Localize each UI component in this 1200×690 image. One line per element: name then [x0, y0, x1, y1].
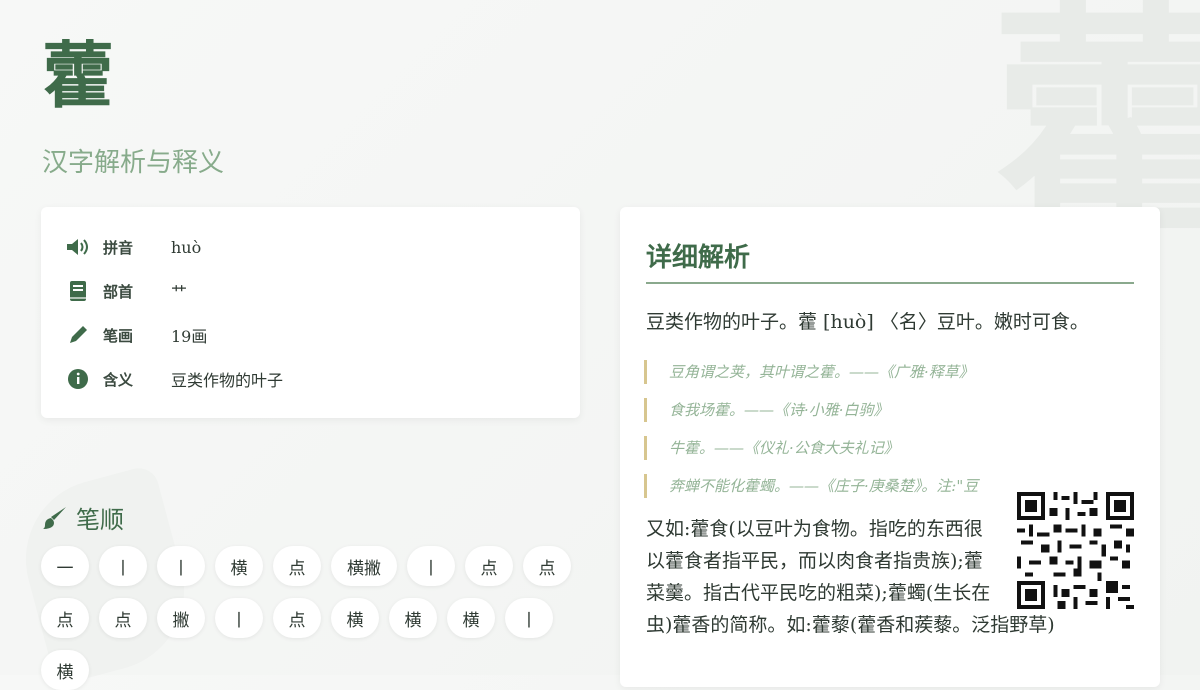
stroke-pill[interactable]: 点 — [273, 546, 321, 586]
page-character: 藿 — [42, 33, 115, 118]
speaker-icon[interactable] — [65, 234, 91, 260]
stroke-pill[interactable]: 丨 — [215, 598, 263, 638]
stroke-pill[interactable]: 横 — [41, 650, 89, 690]
stroke-pill[interactable]: 丨 — [505, 598, 553, 638]
stroke-pill[interactable]: 撇 — [157, 598, 205, 638]
stroke-pill[interactable]: 横 — [331, 598, 379, 638]
stroke-pill[interactable]: 横 — [447, 598, 495, 638]
stroke-count-value: 19画 — [171, 327, 208, 346]
brush-icon — [43, 506, 66, 529]
book-icon — [65, 278, 91, 304]
meaning-value: 豆类作物的叶子 — [171, 371, 284, 390]
citation-quote: 豆角谓之荚，其叶谓之藿。——《广雅·释草》 — [644, 360, 999, 384]
pencil-icon — [65, 322, 91, 348]
stroke-pill[interactable]: 横 — [215, 546, 263, 586]
body-line: 又如:藿食(以豆叶为食物。指吃的东西很 — [646, 518, 983, 540]
title-divider — [646, 282, 1134, 284]
citation-quote: 牛藿。——《仪礼·公食大夫礼记》 — [644, 436, 999, 460]
stroke-pill[interactable]: 丨 — [99, 546, 147, 586]
citation-quote: 奔蝉不能化藿蠋。——《庄子·庚桑楚》。注:"豆 — [644, 474, 999, 498]
page-subtitle: 汉字解析与释义 — [42, 148, 225, 178]
info-label: 拼音 — [103, 238, 134, 257]
info-card: 拼音 huò 部首 艹 笔画 19画 含义 豆类作物的叶子 — [41, 207, 580, 418]
info-label: 笔画 — [103, 326, 134, 345]
detail-summary: 豆类作物的叶子。藿 [huò] 〈名〉豆叶。嫩时可食。 — [646, 311, 1089, 333]
stroke-pill[interactable]: 点 — [273, 598, 321, 638]
info-row-strokes: 笔画 19画 — [65, 321, 207, 349]
stroke-order-heading: 笔顺 — [42, 500, 124, 535]
stroke-pill[interactable]: 点 — [99, 598, 147, 638]
stroke-pill[interactable]: 点 — [41, 598, 89, 638]
info-label: 含义 — [103, 370, 134, 389]
stroke-pill[interactable]: 一 — [41, 546, 89, 586]
body-line: 以藿食者指平民，而以肉食者指贵族);藿 — [646, 550, 983, 572]
body-line: 菜羹。指古代平民吃的粗菜);藿蠋(生长在 — [646, 582, 991, 604]
info-row-radical: 部首 艹 — [65, 277, 187, 305]
info-icon — [65, 366, 91, 392]
info-row-pinyin: 拼音 huò — [65, 233, 201, 261]
stroke-pill[interactable]: 丨 — [407, 546, 455, 586]
citation-quote: 食我场藿。——《诗·小雅·白驹》 — [644, 398, 999, 422]
stroke-pill[interactable]: 点 — [523, 546, 571, 586]
stroke-pill[interactable]: 横撇 — [331, 546, 397, 586]
stroke-pill[interactable]: 丨 — [157, 546, 205, 586]
radical-value: 艹 — [171, 283, 188, 302]
stroke-order-title: 笔顺 — [76, 506, 124, 534]
info-label: 部首 — [103, 282, 134, 301]
detail-card: 详细解析 豆类作物的叶子。藿 [huò] 〈名〉豆叶。嫩时可食。 豆角谓之荚，其… — [620, 207, 1160, 687]
detail-title: 详细解析 — [646, 243, 751, 273]
stroke-pill[interactable]: 点 — [465, 546, 513, 586]
info-row-meaning: 含义 豆类作物的叶子 — [65, 365, 283, 393]
pinyin-value: huò — [171, 237, 202, 257]
detail-body: 又如:藿食(以豆叶为食物。指吃的东西很 以藿食者指平民，而以肉食者指贵族);藿 … — [646, 513, 1076, 641]
qr-code[interactable] — [1017, 492, 1134, 609]
stroke-pill[interactable]: 横 — [389, 598, 437, 638]
body-line: 虫)藿香的简称。如:藿藜(藿香和蒺藜。泛指野草) — [646, 614, 1055, 636]
